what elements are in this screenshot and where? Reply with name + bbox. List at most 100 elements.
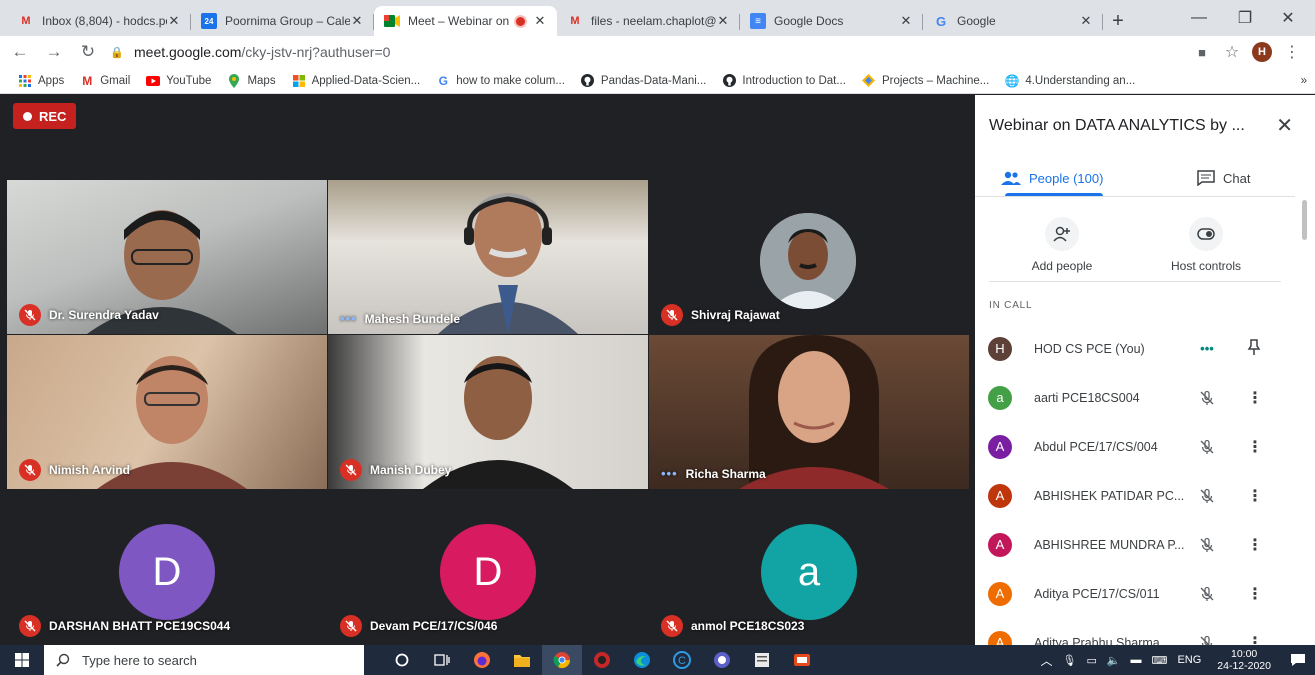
participant-list-item[interactable]: H HOD CS PCE (You) •••: [975, 324, 1295, 373]
participant-list-item[interactable]: A Abdul PCE/17/CS/004 ⋮: [975, 422, 1295, 471]
close-tab-icon[interactable]: ✕: [350, 13, 364, 29]
close-window-button[interactable]: ✕: [1265, 0, 1311, 36]
participant-tile[interactable]: D Devam PCE/17/CS/046: [328, 491, 648, 645]
bookmark-gmail[interactable]: M Gmail: [80, 74, 130, 88]
participant-name: Manish Dubey: [340, 459, 451, 481]
tab-inbox[interactable]: M Inbox (8,804) - hodcs.po ✕: [8, 6, 191, 36]
language-indicator[interactable]: ENG: [1177, 654, 1201, 666]
firefox-icon[interactable]: [462, 645, 502, 675]
tab-docs[interactable]: ≡ Google Docs ✕: [740, 6, 923, 36]
pin-icon[interactable]: [1247, 338, 1261, 359]
participant-tile[interactable]: Nimish Arvind: [7, 335, 327, 489]
more-options-icon[interactable]: ⋮: [1247, 388, 1263, 408]
more-options-icon[interactable]: ⋮: [1247, 535, 1263, 555]
restore-button[interactable]: ❐: [1222, 0, 1268, 36]
mic-off-icon: [19, 304, 41, 326]
participant-list-item[interactable]: A Aditya PCE/17/CS/011 ⋮: [975, 569, 1295, 618]
docs-icon: ≡: [750, 13, 766, 29]
participant-name: DARSHAN BHATT PCE19CS044: [19, 615, 230, 637]
back-arrow-icon[interactable]: ←: [6, 38, 34, 66]
tab-files[interactable]: M files - neelam.chaplot@ ✕: [557, 6, 740, 36]
tab-chat[interactable]: Chat: [1197, 161, 1250, 195]
participant-tile[interactable]: Dr. Surendra Yadav: [7, 180, 327, 334]
participant-list-item[interactable]: A ABHISHEK PATIDAR PC... ⋮: [975, 471, 1295, 520]
minimize-button[interactable]: —: [1176, 0, 1222, 36]
network-icon[interactable]: ▭: [1086, 654, 1096, 667]
cortana-icon[interactable]: [382, 645, 422, 675]
chrome-icon[interactable]: [542, 645, 582, 675]
microphone-icon[interactable]: 🎙: [1062, 654, 1076, 667]
new-tab-button[interactable]: +: [1103, 6, 1133, 36]
task-view-icon[interactable]: [422, 645, 462, 675]
close-tab-icon[interactable]: ✕: [167, 13, 181, 29]
reload-icon[interactable]: ↻: [74, 38, 102, 66]
participant-list-item[interactable]: A ABHISHREE MUNDRA P... ⋮: [975, 520, 1295, 569]
mic-off-icon: [1197, 584, 1217, 604]
youtube-icon: [146, 74, 161, 88]
battery-icon[interactable]: ▬: [1131, 654, 1142, 666]
volume-icon[interactable]: 🔈: [1107, 654, 1121, 667]
address-bar[interactable]: 🔒 meet.google.com/cky-jstv-nrj?authuser=…: [110, 38, 1187, 66]
close-tab-icon[interactable]: ✕: [1079, 13, 1093, 29]
windows-start-icon[interactable]: [0, 645, 44, 675]
participant-tile[interactable]: Shivraj Rajawat: [649, 180, 969, 334]
tab-calendar[interactable]: 24 Poornima Group – Cale ✕: [191, 6, 374, 36]
people-icon: [1001, 171, 1021, 185]
participant-tile[interactable]: ••• Richa Sharma: [649, 335, 969, 489]
bookmark-applied-data-science[interactable]: Applied-Data-Scien...: [292, 74, 420, 88]
google-icon: G: [438, 73, 448, 88]
teams-icon[interactable]: [702, 645, 742, 675]
add-people-button[interactable]: Add people: [1007, 217, 1117, 273]
bookmark-introduction[interactable]: Introduction to Dat...: [722, 74, 846, 88]
forward-arrow-icon[interactable]: →: [40, 38, 68, 66]
bookmark-projects[interactable]: Projects – Machine...: [862, 74, 989, 88]
participant-tile[interactable]: Manish Dubey: [328, 335, 648, 489]
participant-tile[interactable]: ••• Mahesh Bundele: [328, 180, 648, 334]
participant-list-item[interactable]: a aarti PCE18CS004 ⋮: [975, 373, 1295, 422]
taskbar-search-box[interactable]: Type here to search: [44, 645, 364, 675]
keyboard-icon[interactable]: ⌨: [1152, 654, 1168, 667]
presentation-app-icon[interactable]: [782, 645, 822, 675]
close-tab-icon[interactable]: ✕: [899, 13, 913, 29]
show-hidden-icons-chevron-icon[interactable]: ︿: [1040, 652, 1052, 669]
bookmark-pandas[interactable]: Pandas-Data-Mani...: [581, 74, 706, 88]
notifications-icon[interactable]: [1281, 645, 1315, 675]
tab-people[interactable]: People (100): [1001, 161, 1103, 195]
bookmark-star-icon[interactable]: ☆: [1217, 38, 1247, 66]
panel-scrollbar[interactable]: [1302, 200, 1307, 240]
profile-avatar[interactable]: H: [1247, 38, 1277, 66]
windows-logo-icon: [292, 74, 306, 88]
more-options-icon[interactable]: ⋮: [1247, 437, 1263, 457]
app-red-icon[interactable]: [582, 645, 622, 675]
taskbar-clock[interactable]: 10:00 24-12-2020: [1217, 648, 1271, 672]
tab-title: Inbox (8,804) - hodcs.po: [42, 14, 167, 28]
tab-google[interactable]: G Google ✕: [923, 6, 1103, 36]
file-explorer-icon[interactable]: [502, 645, 542, 675]
bookmark-how-to-make-column[interactable]: G how to make colum...: [436, 74, 565, 88]
chrome-menu-icon[interactable]: ⋮: [1277, 38, 1307, 66]
host-controls-button[interactable]: Host controls: [1151, 217, 1261, 273]
more-bookmarks-chevron-icon[interactable]: »: [1301, 75, 1307, 87]
camera-in-use-icon[interactable]: ■: [1187, 38, 1217, 66]
tab-title: Google: [957, 14, 996, 28]
mic-off-icon: [19, 615, 41, 637]
close-tab-icon[interactable]: ✕: [716, 13, 730, 29]
close-tab-icon[interactable]: ✕: [533, 13, 547, 29]
tab-meet[interactable]: Meet – Webinar on ✕: [374, 6, 557, 36]
edge-icon[interactable]: [622, 645, 662, 675]
participant-tile[interactable]: D DARSHAN BHATT PCE19CS044: [7, 491, 327, 645]
bookmark-youtube[interactable]: YouTube: [146, 74, 211, 88]
mic-off-icon: [661, 304, 683, 326]
bookmark-label: YouTube: [166, 74, 212, 87]
bookmark-understanding[interactable]: 🌐 4.Understanding an...: [1005, 74, 1135, 88]
participant-tile[interactable]: a anmol PCE18CS023: [649, 491, 969, 645]
close-panel-icon[interactable]: ✕: [1276, 113, 1293, 138]
more-options-icon[interactable]: ⋮: [1247, 584, 1263, 604]
notes-icon[interactable]: [742, 645, 782, 675]
app-c-icon[interactable]: C: [662, 645, 702, 675]
more-options-icon[interactable]: ⋮: [1247, 486, 1263, 506]
google-icon: G: [935, 13, 947, 29]
bookmark-apps[interactable]: Apps: [18, 74, 64, 88]
bookmark-maps[interactable]: Maps: [227, 73, 276, 88]
participant-avatar: a: [761, 524, 857, 620]
